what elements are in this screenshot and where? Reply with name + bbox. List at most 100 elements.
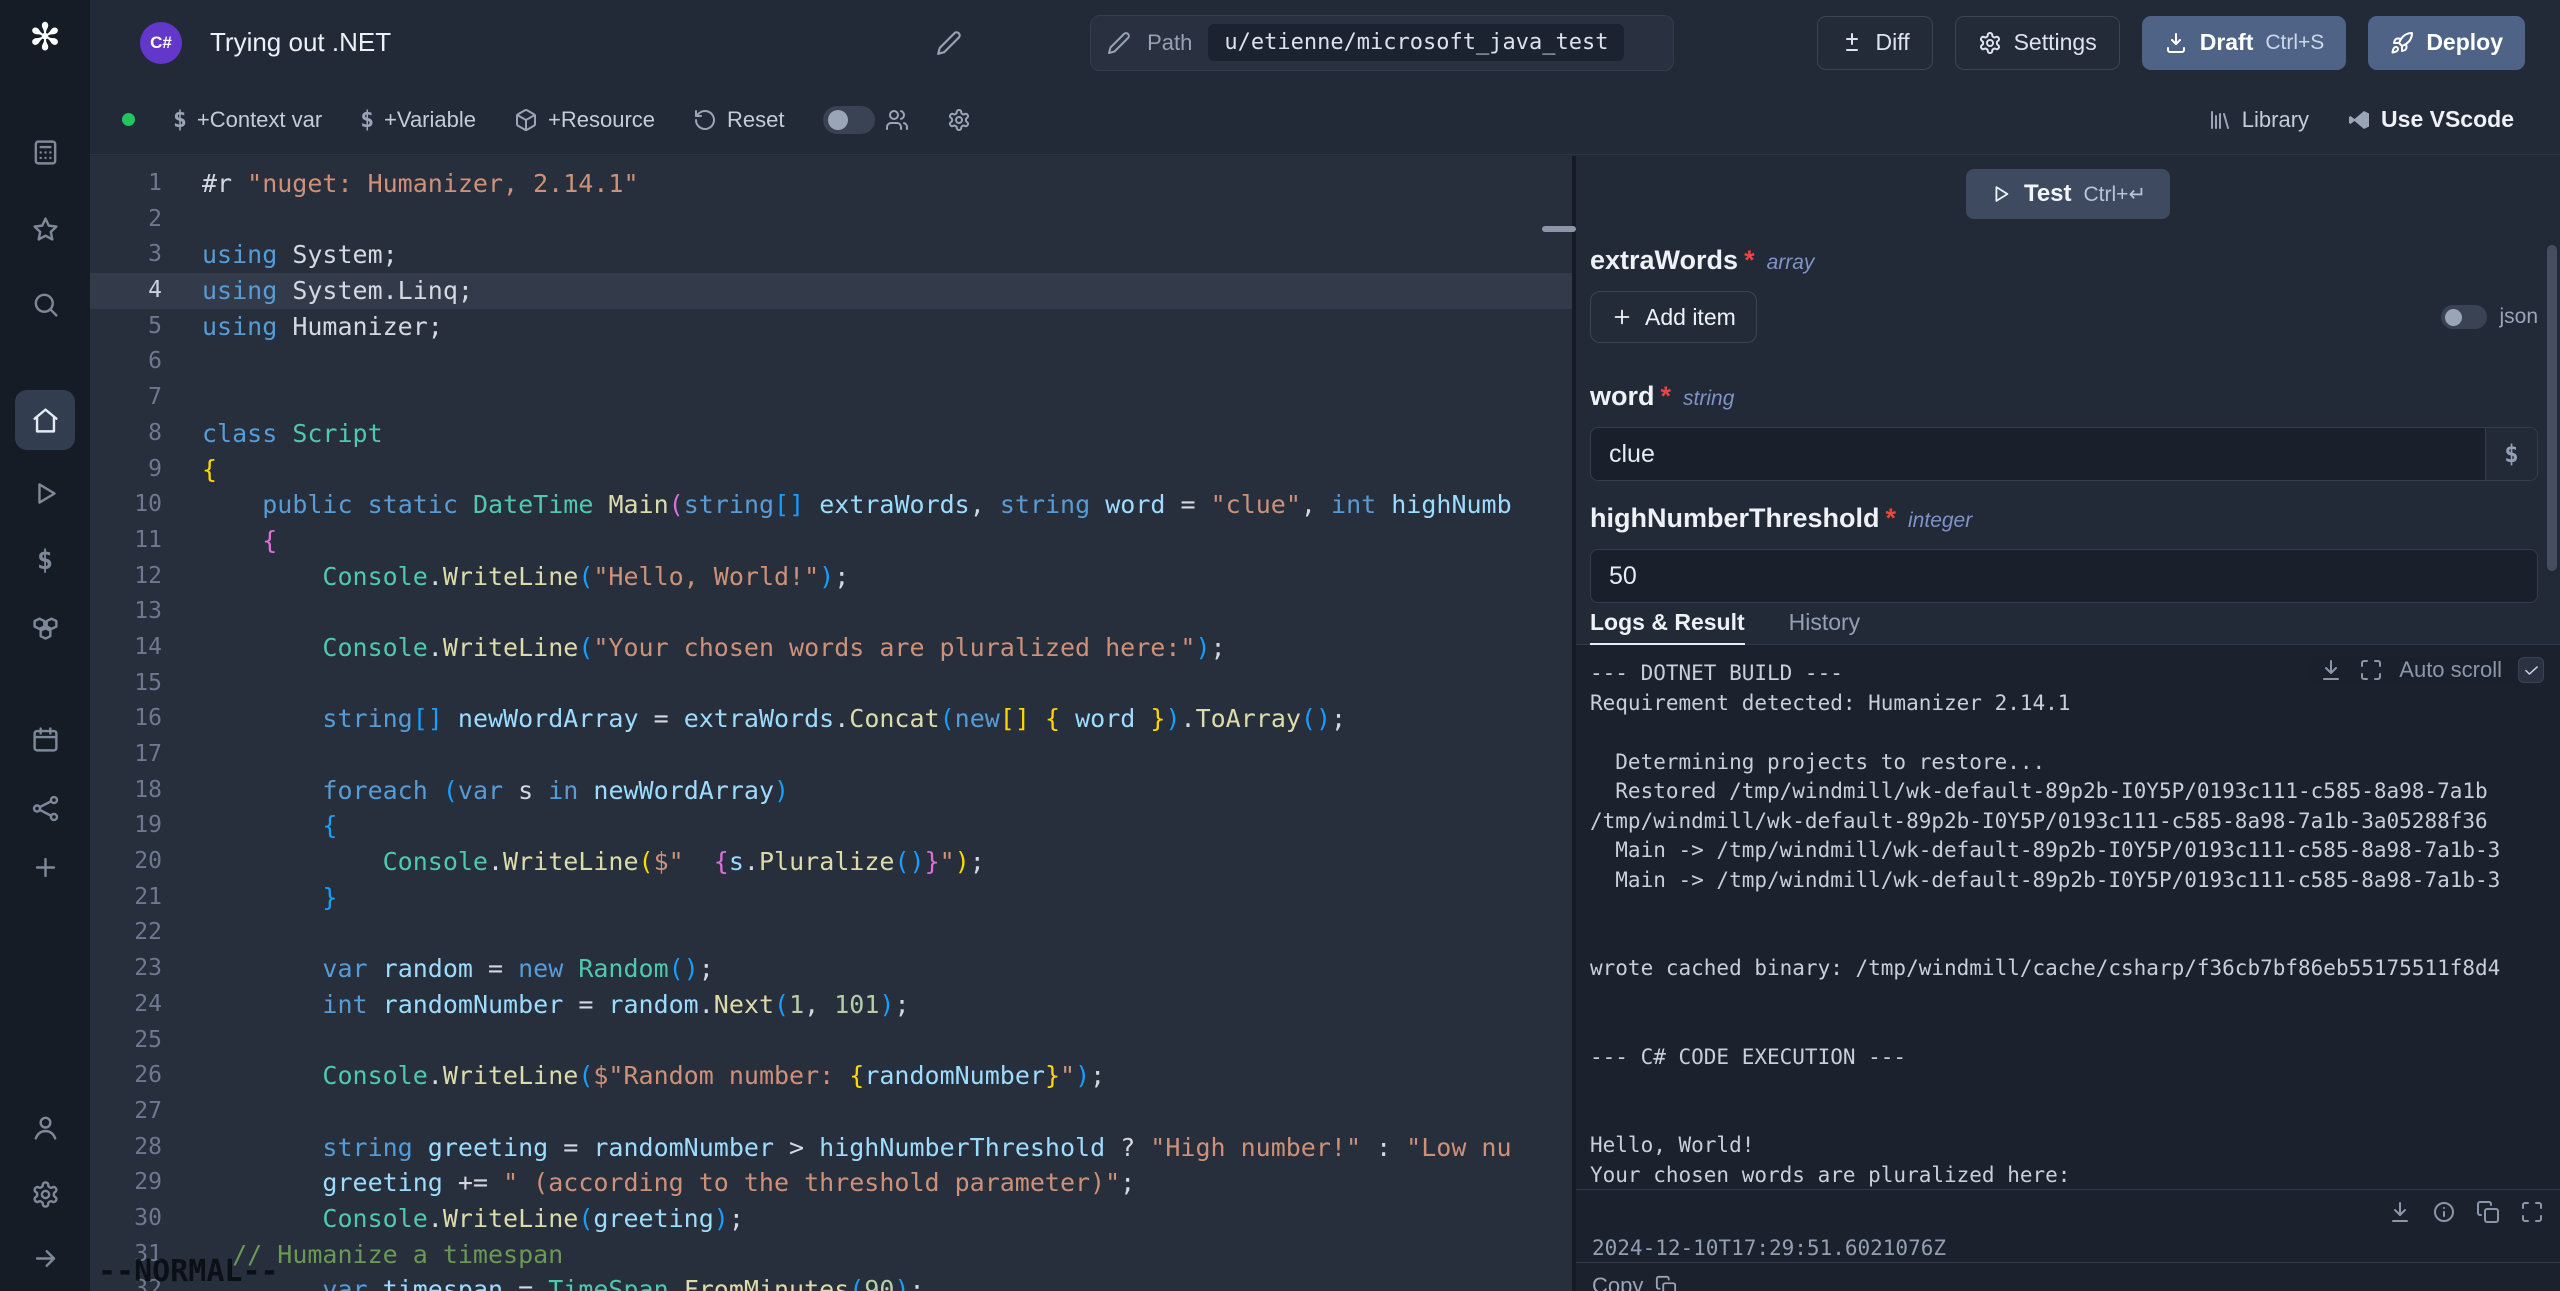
code-line-6[interactable]: 6 — [90, 344, 1572, 380]
result-copy-row[interactable]: Copy — [1576, 1262, 2560, 1291]
arg-word-header: word* string — [1590, 381, 2538, 417]
sidebar-item-collapse[interactable] — [15, 1228, 75, 1288]
code-line-30[interactable]: 30 Console.WriteLine(greeting); — [90, 1201, 1572, 1237]
panel-splitter[interactable] — [1572, 156, 1576, 1291]
line-content: using Humanizer; — [162, 309, 1572, 345]
code-line-19[interactable]: 19 { — [90, 808, 1572, 844]
code-line-7[interactable]: 7 — [90, 380, 1572, 416]
sidebar-item-apps[interactable] — [15, 122, 75, 182]
code-line-11[interactable]: 11 { — [90, 523, 1572, 559]
line-number: 14 — [90, 630, 162, 666]
sidebar-item-favorites[interactable] — [15, 199, 75, 259]
code-line-15[interactable]: 15 — [90, 666, 1572, 702]
variable-picker-button[interactable]: $ — [2485, 428, 2537, 480]
sidebar-item-variables[interactable]: $ — [15, 530, 75, 590]
line-content: Console.WriteLine($"Random number: {rand… — [162, 1058, 1572, 1094]
sidebar-item-add[interactable] — [15, 837, 75, 897]
code-line-20[interactable]: 20 Console.WriteLine($" {s.Pluralize()}"… — [90, 844, 1572, 880]
code-line-25[interactable]: 25 — [90, 1023, 1572, 1059]
edit-title-button[interactable] — [936, 30, 962, 56]
path-value[interactable]: u/etienne/microsoft_java_test — [1208, 24, 1624, 61]
sidebar-item-flows[interactable] — [15, 778, 75, 838]
test-shortcut: Ctrl+↵ — [2084, 182, 2147, 207]
code-editor[interactable]: 1#r "nuget: Humanizer, 2.14.1"23using Sy… — [90, 156, 1572, 1291]
code-line-29[interactable]: 29 greeting += " (according to the thres… — [90, 1165, 1572, 1201]
code-line-31[interactable]: 31 // Humanize a timespan — [90, 1237, 1572, 1273]
code-line-1[interactable]: 1#r "nuget: Humanizer, 2.14.1" — [90, 166, 1572, 202]
code-line-17[interactable]: 17 — [90, 737, 1572, 773]
app-sidebar: ✻ $ — [0, 0, 90, 1291]
sidebar-item-schedules[interactable] — [15, 709, 75, 769]
deploy-button[interactable]: Deploy — [2368, 16, 2525, 70]
tab-logs-result[interactable]: Logs & Result — [1590, 609, 1745, 646]
code-line-13[interactable]: 13 — [90, 594, 1572, 630]
users-icon — [885, 108, 909, 132]
code-line-23[interactable]: 23 var random = new Random(); — [90, 951, 1572, 987]
use-vscode-button[interactable]: Use VScode — [2347, 106, 2514, 133]
code-line-2[interactable]: 2 — [90, 202, 1572, 238]
log-line: /tmp/windmill/wk-default-89p2b-I0Y5P/019… — [1590, 807, 2544, 837]
settings-button[interactable]: Settings — [1955, 16, 2120, 70]
auto-scroll-checkbox[interactable] — [2518, 657, 2544, 683]
expand-icon[interactable] — [2359, 658, 2383, 682]
panel-scrollbar[interactable] — [2547, 245, 2557, 571]
sidebar-item-resources[interactable] — [15, 596, 75, 656]
code-line-28[interactable]: 28 string greeting = randomNumber > high… — [90, 1130, 1572, 1166]
code-line-18[interactable]: 18 foreach (var s in newWordArray) — [90, 773, 1572, 809]
code-line-27[interactable]: 27 — [90, 1094, 1572, 1130]
tab-history[interactable]: History — [1789, 609, 1861, 644]
add-item-button[interactable]: Add item — [1590, 291, 1757, 343]
code-line-3[interactable]: 3using System; — [90, 237, 1572, 273]
dollar-icon: $ — [37, 545, 53, 576]
sidebar-item-search[interactable] — [15, 274, 75, 334]
sidebar-item-runs[interactable] — [15, 463, 75, 523]
code-line-5[interactable]: 5using Humanizer; — [90, 309, 1572, 345]
code-line-32[interactable]: 32 var timespan = TimeSpan.FromMinutes(9… — [90, 1272, 1572, 1291]
splitter-handle[interactable] — [1542, 226, 1576, 232]
library-button[interactable]: Library — [2208, 107, 2309, 133]
add-resource-button[interactable]: +Resource — [514, 107, 655, 133]
arg-name: highNumberThreshold — [1590, 503, 1880, 534]
code-line-4[interactable]: 4using System.Linq; — [90, 273, 1572, 309]
code-line-9[interactable]: 9{ — [90, 452, 1572, 488]
log-lines[interactable]: --- DOTNET BUILD ---Requirement detected… — [1576, 645, 2560, 1189]
code-line-16[interactable]: 16 string[] newWordArray = extraWords.Co… — [90, 701, 1572, 737]
threshold-input[interactable] — [1591, 550, 2537, 602]
code-line-10[interactable]: 10 public static DateTime Main(string[] … — [90, 487, 1572, 523]
code-line-22[interactable]: 22 — [90, 915, 1572, 951]
code-line-24[interactable]: 24 int randomNumber = random.Next(1, 101… — [90, 987, 1572, 1023]
diff-label: Diff — [1876, 29, 1910, 56]
code-line-12[interactable]: 12 Console.WriteLine("Hello, World!"); — [90, 559, 1572, 595]
star-icon — [31, 215, 60, 244]
code-line-14[interactable]: 14 Console.WriteLine("Your chosen words … — [90, 630, 1572, 666]
code-line-21[interactable]: 21 } — [90, 880, 1572, 916]
info-icon[interactable] — [2432, 1200, 2456, 1224]
draft-button[interactable]: Draft Ctrl+S — [2142, 16, 2347, 70]
download-icon[interactable] — [2388, 1200, 2412, 1224]
add-context-var-button[interactable]: $ +Context var — [173, 107, 322, 133]
expand-icon[interactable] — [2520, 1200, 2544, 1224]
line-content — [162, 594, 1572, 630]
line-content — [162, 1094, 1572, 1130]
windmill-logo[interactable]: ✻ — [0, 14, 90, 62]
json-toggle[interactable] — [2441, 305, 2487, 329]
collab-toggle[interactable] — [823, 106, 875, 134]
sidebar-item-settings[interactable] — [15, 1164, 75, 1224]
add-variable-button[interactable]: $ +Variable — [360, 107, 476, 133]
arg-threshold-header: highNumberThreshold* integer — [1590, 503, 2538, 539]
vscode-icon — [2347, 108, 2371, 132]
reset-button[interactable]: Reset — [693, 107, 784, 133]
code-line-26[interactable]: 26 Console.WriteLine($"Random number: {r… — [90, 1058, 1572, 1094]
script-title[interactable]: Trying out .NET — [210, 27, 391, 58]
sidebar-item-home[interactable] — [15, 390, 75, 450]
diff-button[interactable]: Diff — [1817, 16, 1933, 70]
line-number: 11 — [90, 523, 162, 559]
sidebar-item-account[interactable] — [15, 1097, 75, 1157]
test-button[interactable]: Test Ctrl+↵ — [1966, 169, 2170, 219]
code-line-8[interactable]: 8class Script — [90, 416, 1572, 452]
path-chip[interactable]: Path u/etienne/microsoft_java_test — [1090, 15, 1674, 71]
word-input[interactable] — [1591, 428, 2485, 480]
download-icon[interactable] — [2319, 658, 2343, 682]
copy-icon[interactable] — [2476, 1200, 2500, 1224]
editor-settings-button[interactable] — [947, 108, 971, 132]
